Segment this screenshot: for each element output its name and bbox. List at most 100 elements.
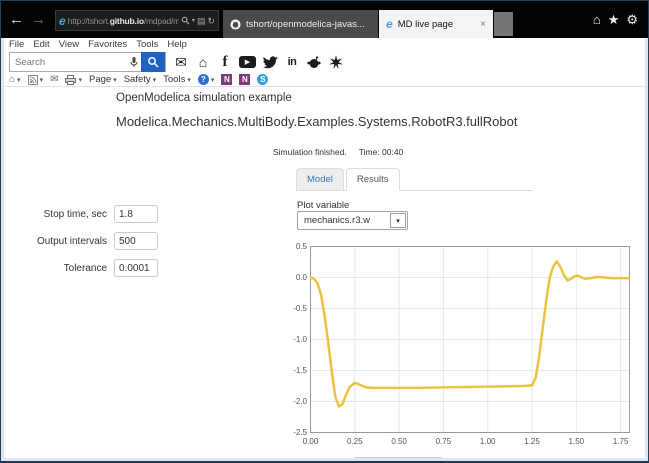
twitter-icon[interactable] — [262, 54, 278, 70]
stop-time-input[interactable] — [114, 205, 158, 223]
stop-time-label: Stop time, sec — [19, 209, 107, 220]
print-menu-button[interactable]: ▾ — [65, 75, 82, 85]
menu-help[interactable]: Help — [167, 39, 187, 52]
x-tick-label: 1.25 — [517, 437, 547, 446]
search-toolbar: ✉ ⌂ f ▶ in — [1, 52, 648, 73]
help-icon: ? — [198, 74, 209, 85]
status-time: Time: 00:40 — [359, 147, 404, 157]
facebook-icon[interactable]: f — [217, 54, 233, 70]
mail-icon[interactable]: ✉ — [173, 54, 189, 70]
ie-icon: e — [386, 18, 393, 30]
yelp-icon[interactable] — [328, 54, 344, 70]
ie-icon: e — [59, 15, 66, 27]
compatibility-view-icon[interactable]: ▤ — [197, 16, 206, 26]
home-icon: ⌂ — [9, 75, 15, 85]
menu-view[interactable]: View — [59, 39, 79, 52]
y-tick-label: -0.5 — [282, 304, 307, 313]
rss-feed-icon — [28, 75, 38, 85]
home-icon[interactable]: ⌂ — [593, 12, 601, 28]
selected-plot-variable: mechanics.r3.w — [298, 215, 390, 226]
output-intervals-input[interactable] — [114, 232, 158, 250]
menu-tools[interactable]: Tools — [136, 39, 158, 52]
url-text: http://tshort.github.io/mdpad/mdpad.html… — [68, 16, 179, 26]
tolerance-input[interactable] — [114, 259, 158, 277]
x-tick-label: 1.00 — [473, 437, 503, 446]
tab-label: MD live page — [398, 19, 453, 30]
safety-menu-button[interactable]: Safety▾ — [124, 74, 156, 85]
chevron-down-icon: ▾ — [390, 213, 406, 228]
skype-icon[interactable]: S — [257, 74, 268, 85]
refresh-icon[interactable]: ↻ — [207, 16, 215, 26]
tab-model[interactable]: Model — [296, 168, 344, 191]
x-tick-label: 1.75 — [606, 437, 636, 446]
x-tick-label: 0.25 — [340, 437, 370, 446]
tab-md-live-page[interactable]: e MD live page × — [379, 10, 493, 38]
microphone-icon[interactable] — [127, 55, 141, 69]
titlebar: ← → e http://tshort.github.io/mdpad/mdpa… — [1, 1, 648, 38]
x-tick-label: 0.75 — [428, 437, 458, 446]
social-icons-row: ✉ ⌂ f ▶ in — [173, 54, 344, 70]
tab-results[interactable]: Results — [346, 168, 400, 191]
search-icon[interactable] — [181, 16, 190, 25]
x-tick-label: 0.50 — [384, 437, 414, 446]
plot-variable-label: Plot variable — [297, 200, 349, 211]
onenote-send-icon[interactable]: N — [239, 74, 250, 85]
mail-icon: ✉ — [50, 74, 58, 85]
address-bar[interactable]: e http://tshort.github.io/mdpad/mdpad.ht… — [55, 10, 219, 31]
plot-variable-select[interactable]: mechanics.r3.w ▾ — [297, 211, 408, 230]
search-input[interactable] — [10, 57, 127, 68]
plot-area — [310, 246, 630, 433]
read-mail-button[interactable]: ✉ — [50, 74, 58, 85]
page-title: OpenModelica simulation example — [116, 92, 292, 104]
menu-favorites[interactable]: Favorites — [88, 39, 127, 52]
youtube-icon[interactable]: ▶ — [239, 56, 256, 68]
onenote-linked-notes-icon[interactable]: N — [221, 74, 232, 85]
tab-label: tshort/openmodelica-javas... — [246, 19, 365, 30]
reddit-icon[interactable] — [306, 54, 322, 70]
cutoff-element-below-fold — [353, 457, 443, 460]
back-button[interactable]: ← — [9, 11, 24, 29]
model-path: Modelica.Mechanics.MultiBody.Examples.Sy… — [116, 114, 517, 129]
search-button[interactable] — [141, 52, 165, 72]
tolerance-label: Tolerance — [19, 263, 107, 274]
y-tick-label: -2.0 — [282, 397, 307, 406]
feeds-menu-button[interactable]: ▾ — [28, 75, 44, 85]
x-tick-label: 0.00 — [296, 437, 326, 446]
browser-window: ← → e http://tshort.github.io/mdpad/mdpa… — [0, 0, 649, 463]
favorites-star-icon[interactable]: ★ — [608, 12, 620, 28]
result-chart: 0.5 0.0 -0.5 -1.0 -1.5 -2.0 -2.50.00 0.25 0.50 0.… — [282, 244, 634, 449]
search-box — [9, 52, 166, 72]
tools-menu-button[interactable]: Tools▾ — [163, 74, 191, 85]
forward-button[interactable]: → — [31, 11, 46, 29]
form-row: Stop time, sec — [19, 205, 158, 223]
form-row: Output intervals — [19, 232, 158, 250]
menu-file[interactable]: File — [9, 39, 24, 52]
simulation-form: Stop time, sec Output intervals Toleranc… — [19, 205, 158, 286]
tab-github-page[interactable]: tshort/openmodelica-javas... — [223, 10, 378, 38]
menu-bar: File Edit View Favorites Tools Help — [1, 38, 648, 52]
output-intervals-label: Output intervals — [19, 236, 107, 247]
new-tab-button[interactable] — [494, 12, 513, 36]
close-tab-icon[interactable]: × — [480, 19, 486, 30]
page-content: OpenModelica simulation example Modelica… — [5, 88, 646, 460]
home-icon[interactable]: ⌂ — [195, 54, 211, 70]
home-menu-button[interactable]: ⌂▾ — [9, 75, 21, 85]
y-tick-label: 0.5 — [282, 242, 307, 251]
y-tick-label: -2.5 — [282, 428, 307, 437]
page-menu-button[interactable]: Page▾ — [89, 74, 117, 85]
address-dropdown-icon[interactable]: ▾ — [192, 16, 195, 26]
help-menu-button[interactable]: ?▾ — [198, 74, 215, 85]
settings-gear-icon[interactable]: ⚙ — [626, 12, 638, 28]
status-text: Simulation finished. — [273, 147, 347, 157]
y-tick-label: -1.5 — [282, 366, 307, 375]
github-octocat-icon — [230, 19, 241, 30]
search-icon — [147, 56, 159, 68]
x-tick-label: 1.50 — [561, 437, 591, 446]
y-tick-label: 0.0 — [282, 273, 307, 282]
printer-icon — [65, 75, 76, 85]
linkedin-icon[interactable]: in — [284, 54, 300, 70]
y-tick-label: -1.0 — [282, 335, 307, 344]
form-row: Tolerance — [19, 259, 158, 277]
simulation-status: Simulation finished. Time: 00:40 — [273, 147, 403, 157]
menu-edit[interactable]: Edit — [33, 39, 49, 52]
